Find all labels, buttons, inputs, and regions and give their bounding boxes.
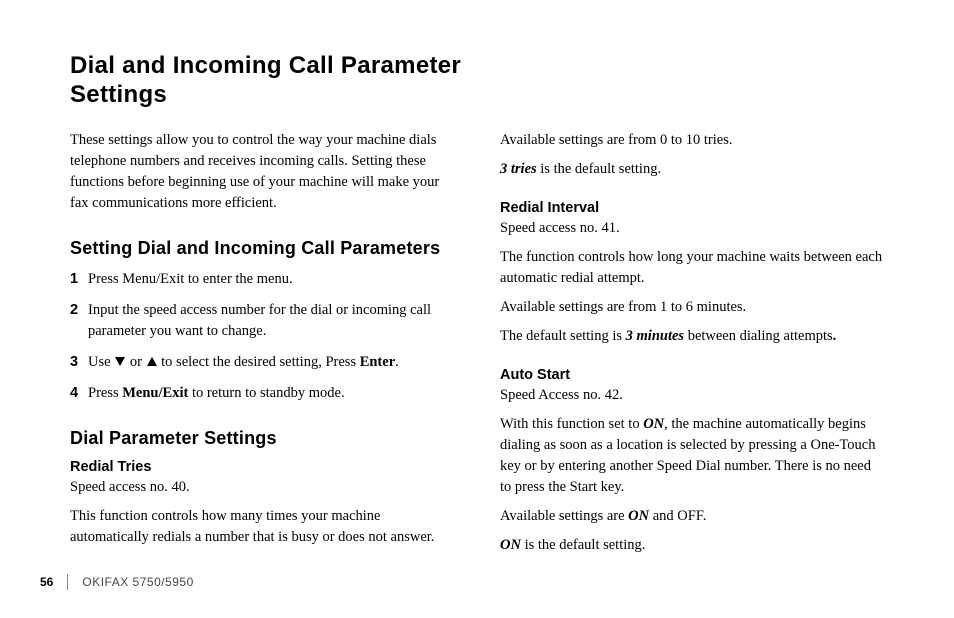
body-text: Available settings are from 0 to 10 trie…: [500, 130, 884, 151]
step-number: 3: [70, 352, 88, 373]
subheading-auto-start: Auto Start: [500, 367, 884, 383]
left-column: These settings allow you to control the …: [70, 130, 454, 564]
step-number: 4: [70, 383, 88, 404]
step-number: 2: [70, 300, 88, 342]
body-text: Available settings are from 1 to 6 minut…: [500, 297, 884, 318]
body-text: The function controls how long your mach…: [500, 247, 884, 289]
section-heading-setting-params: Setting Dial and Incoming Call Parameter…: [70, 238, 454, 259]
step-2: 2 Input the speed access number for the …: [70, 300, 454, 342]
step-number: 1: [70, 269, 88, 290]
body-text: 3 tries is the default setting.: [500, 159, 884, 180]
intro-text: These settings allow you to control the …: [70, 130, 454, 214]
body-text: ON is the default setting.: [500, 535, 884, 556]
page-title: Dial and Incoming Call Parameter Setting…: [70, 52, 490, 110]
product-label: OKIFAX 5750/5950: [82, 575, 193, 589]
body-text: The default setting is 3 minutes between…: [500, 326, 884, 347]
body-text: Speed Access no. 42.: [500, 385, 884, 406]
body-text: Available settings are ON and OFF.: [500, 506, 884, 527]
subheading-redial-tries: Redial Tries: [70, 459, 454, 475]
step-3: 3 Use or to select the desired setting, …: [70, 352, 454, 373]
up-triangle-icon: [146, 356, 158, 367]
body-text: With this function set to ON, the machin…: [500, 414, 884, 498]
document-page: Dial and Incoming Call Parameter Setting…: [0, 0, 954, 618]
page-number: 56: [40, 575, 53, 589]
page-footer: 56 OKIFAX 5750/5950: [40, 574, 194, 590]
section-heading-dial-param: Dial Parameter Settings: [70, 428, 454, 449]
footer-divider: [67, 574, 68, 590]
right-column: Available settings are from 0 to 10 trie…: [500, 130, 884, 564]
step-4: 4 Press Menu/Exit to return to standby m…: [70, 383, 454, 404]
body-text: Speed access no. 41.: [500, 218, 884, 239]
step-text: Input the speed access number for the di…: [88, 300, 454, 342]
step-1: 1 Press Menu/Exit to enter the menu.: [70, 269, 454, 290]
steps-list: 1 Press Menu/Exit to enter the menu. 2 I…: [70, 269, 454, 404]
step-text: Press Menu/Exit to enter the menu.: [88, 269, 454, 290]
content-columns: These settings allow you to control the …: [70, 130, 884, 564]
body-text: This function controls how many times yo…: [70, 506, 454, 548]
step-text: Use or to select the desired setting, Pr…: [88, 352, 454, 373]
down-triangle-icon: [114, 356, 126, 367]
subheading-redial-interval: Redial Interval: [500, 200, 884, 216]
step-text: Press Menu/Exit to return to standby mod…: [88, 383, 454, 404]
body-text: Speed access no. 40.: [70, 477, 454, 498]
